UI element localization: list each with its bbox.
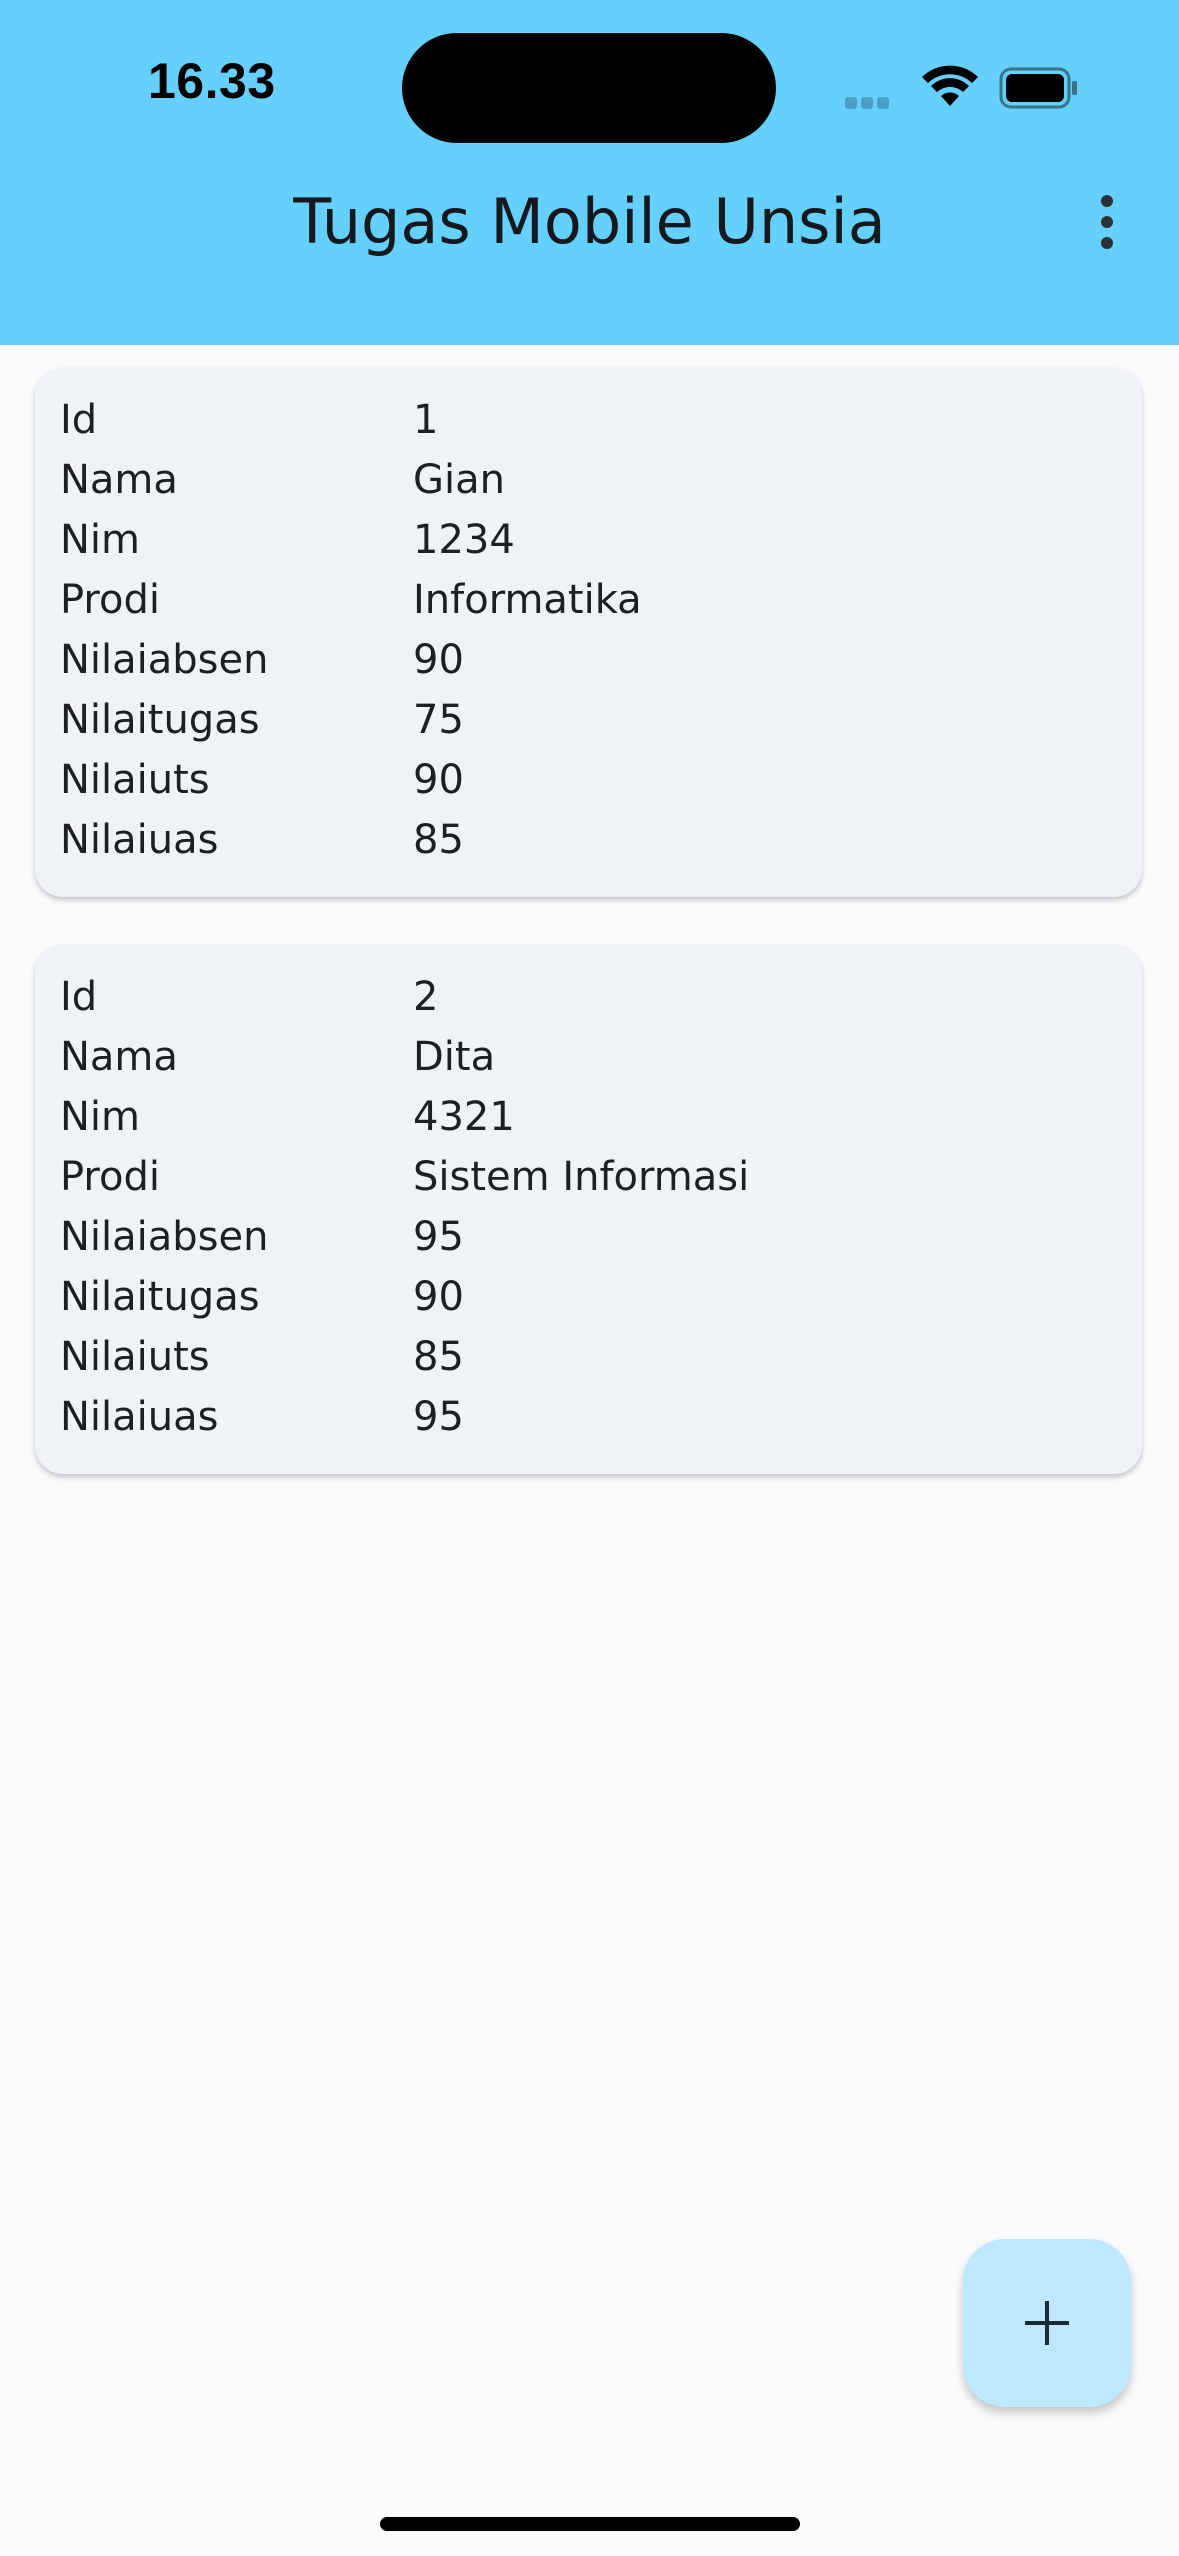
card-row-nama: Nama Gian <box>35 450 1142 510</box>
card-row-nim: Nim 1234 <box>35 510 1142 570</box>
wifi-icon <box>922 65 978 106</box>
field-value: 75 <box>413 697 464 743</box>
field-label: Nilaitugas <box>60 1274 260 1320</box>
plus-icon <box>1025 2301 1069 2345</box>
field-label: Nilaiabsen <box>60 1214 269 1260</box>
battery-icon <box>999 67 1077 109</box>
field-label: Id <box>60 397 98 443</box>
card-row-nim: Nim 4321 <box>35 1087 1142 1147</box>
field-value: 1 <box>413 397 439 443</box>
field-value: 95 <box>413 1394 464 1440</box>
field-value: Dita <box>413 1034 496 1080</box>
field-value: 90 <box>413 1274 464 1320</box>
field-label: Nilaiuts <box>60 1334 210 1380</box>
card-row-prodi: Prodi Informatika <box>35 570 1142 630</box>
field-label: Nim <box>60 1094 140 1140</box>
card-row-nilaiuas: Nilaiuas 95 <box>35 1387 1142 1447</box>
card-row-nilaiabsen: Nilaiabsen 95 <box>35 1207 1142 1267</box>
card-row-id: Id 2 <box>35 967 1142 1027</box>
card-row-id: Id 1 <box>35 390 1142 450</box>
app-bar: 16.33 Tugas Mobile Unsia <box>0 0 1179 345</box>
card-row-nilaiuts: Nilaiuts 85 <box>35 1327 1142 1387</box>
field-label: Nama <box>60 457 178 503</box>
field-value: 4321 <box>413 1094 515 1140</box>
card-row-nama: Nama Dita <box>35 1027 1142 1087</box>
more-vert-icon[interactable] <box>1080 182 1134 262</box>
field-value: 1234 <box>413 517 515 563</box>
card-row-prodi: Prodi Sistem Informasi <box>35 1147 1142 1207</box>
field-value: 90 <box>413 637 464 683</box>
field-value: 95 <box>413 1214 464 1260</box>
field-label: Nim <box>60 517 140 563</box>
card-row-nilaiuts: Nilaiuts 90 <box>35 750 1142 810</box>
field-value: 85 <box>413 1334 464 1380</box>
field-value: 85 <box>413 817 464 863</box>
field-label: Nama <box>60 1034 178 1080</box>
field-value: 2 <box>413 974 439 1020</box>
field-label: Nilaiuas <box>60 1394 219 1440</box>
cellular-signal-icon <box>845 94 905 109</box>
field-value: Informatika <box>413 577 642 623</box>
field-value: 90 <box>413 757 464 803</box>
card-row-nilaiuas: Nilaiuas 85 <box>35 810 1142 870</box>
field-label: Nilaiuts <box>60 757 210 803</box>
field-label: Id <box>60 974 98 1020</box>
card-row-nilaitugas: Nilaitugas 75 <box>35 690 1142 750</box>
dynamic-island <box>402 33 776 143</box>
field-label: Nilaiuas <box>60 817 219 863</box>
field-label: Nilaiabsen <box>60 637 269 683</box>
page-title: Tugas Mobile Unsia <box>293 185 886 258</box>
field-value: Sistem Informasi <box>413 1154 750 1200</box>
status-time: 16.33 <box>148 53 276 109</box>
field-label: Prodi <box>60 1154 160 1200</box>
student-card[interactable]: Id 2 Nama Dita Nim 4321 Prodi Sistem Inf… <box>35 945 1142 1474</box>
card-row-nilaiabsen: Nilaiabsen 90 <box>35 630 1142 690</box>
card-row-nilaitugas: Nilaitugas 90 <box>35 1267 1142 1327</box>
field-value: Gian <box>413 457 505 503</box>
student-card[interactable]: Id 1 Nama Gian Nim 1234 Prodi Informatik… <box>35 368 1142 897</box>
add-button[interactable] <box>963 2239 1131 2407</box>
field-label: Prodi <box>60 577 160 623</box>
field-label: Nilaitugas <box>60 697 260 743</box>
home-indicator[interactable] <box>380 2517 800 2531</box>
